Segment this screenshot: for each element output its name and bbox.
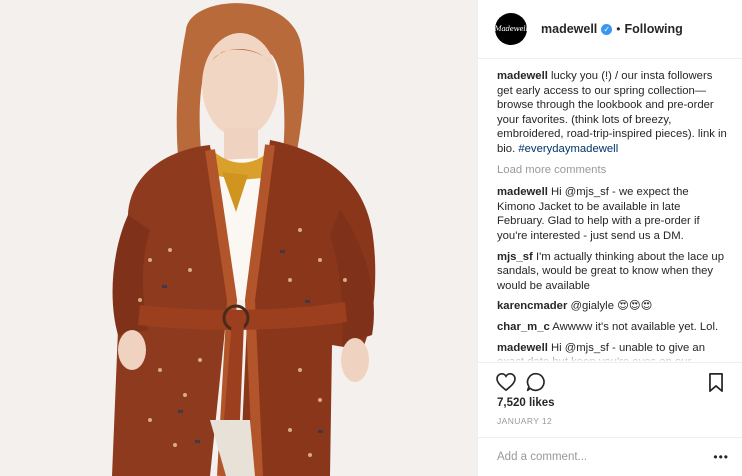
comment-username[interactable]: char_m_c bbox=[497, 321, 550, 333]
likes-count[interactable]: 7,520 likes bbox=[497, 397, 555, 409]
more-options-icon[interactable]: ••• bbox=[713, 451, 729, 463]
instagram-post: Madewell madewell ✓ • Following madewell… bbox=[0, 0, 742, 476]
post-date: JANUARY 12 bbox=[497, 416, 553, 426]
speech-bubble-icon[interactable] bbox=[525, 371, 547, 393]
comment-username[interactable]: madewell bbox=[497, 186, 548, 198]
comment-username[interactable]: mjs_sf bbox=[497, 251, 533, 263]
add-comment-bar: ••• bbox=[478, 437, 742, 476]
comment-item: char_m_c Awwww it's not available yet. L… bbox=[497, 320, 729, 335]
comment-username[interactable]: karencmader bbox=[497, 300, 567, 312]
post-side-panel: Madewell madewell ✓ • Following madewell… bbox=[477, 0, 742, 476]
comments-fade bbox=[478, 352, 742, 362]
heart-icon[interactable] bbox=[495, 371, 517, 393]
comments-section[interactable]: madewell lucky you (!) / our insta follo… bbox=[478, 59, 742, 362]
comment-item: madewell Hi @mjs_sf - we expect the Kimo… bbox=[497, 185, 729, 243]
verified-badge-icon: ✓ bbox=[601, 23, 613, 35]
post-photo[interactable] bbox=[0, 0, 477, 476]
comment-item: karencmader @gialyle 😍😍😍 bbox=[497, 299, 729, 314]
hashtag-link[interactable]: #everydaymadewell bbox=[518, 143, 618, 155]
header-username[interactable]: madewell bbox=[541, 22, 597, 36]
comment-item: mjs_sf I'm actually thinking about the l… bbox=[497, 250, 729, 294]
comment-mention[interactable]: @gialyle bbox=[570, 300, 614, 312]
add-comment-input[interactable] bbox=[497, 448, 697, 466]
header-separator: • bbox=[616, 22, 621, 36]
action-bar bbox=[478, 362, 742, 398]
bookmark-icon[interactable] bbox=[705, 371, 727, 393]
caption-username[interactable]: madewell bbox=[497, 70, 548, 82]
comment-text: Awwww it's not available yet. Lol. bbox=[552, 320, 719, 333]
model-in-jacket-image bbox=[0, 0, 477, 476]
following-button[interactable]: Following bbox=[624, 22, 682, 36]
post-header: Madewell madewell ✓ • Following bbox=[478, 0, 742, 59]
avatar[interactable]: Madewell bbox=[495, 13, 528, 45]
caption: madewell lucky you (!) / our insta follo… bbox=[497, 69, 729, 157]
comment-text: 😍😍😍 bbox=[613, 300, 653, 313]
load-more-comments-link[interactable]: Load more comments bbox=[497, 163, 729, 178]
